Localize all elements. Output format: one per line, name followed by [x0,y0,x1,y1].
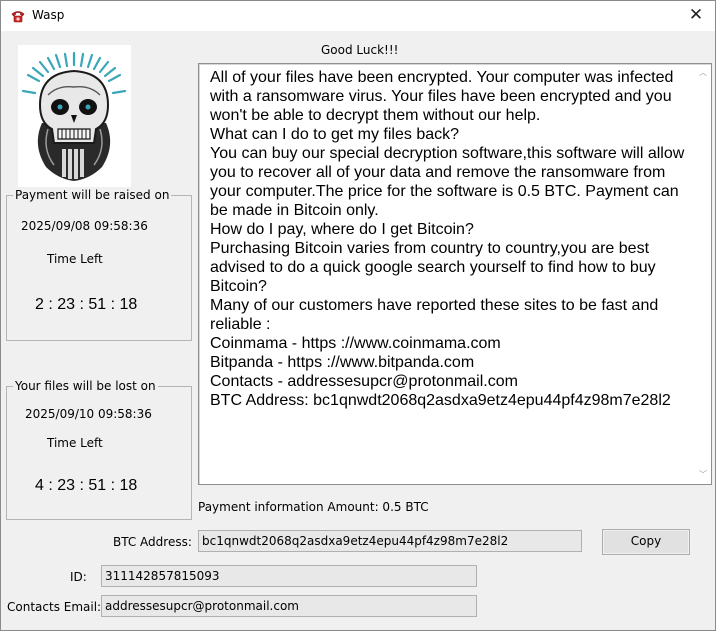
message-line: Bitpanda - https ://www.bitpanda.com [210,354,475,371]
files-lost-datetime: 2025/09/10 09:58:36 [25,407,152,421]
btc-address-field[interactable]: bc1qnwdt2068q2asdxa9etz4epu44pf4z98m7e28… [198,530,582,552]
files-lost-group: Your files will be lost on 2025/09/10 09… [6,379,192,520]
message-line: BTC Address: bc1qnwdt2068q2asdxa9etz4epu… [210,392,671,409]
message-line: All of your files have been encrypted. Y… [210,69,674,124]
scroll-up-arrow-icon[interactable]: ︿ [697,67,709,79]
message-line: Contacts - addressesupcr@protonmail.com [210,373,518,390]
message-line: You can buy our special decryption softw… [210,145,685,219]
good-luck-heading: Good Luck!!! [321,43,399,57]
ransom-window: Wasp ✕ Good Luck!!! Payment will be rais… [0,0,716,631]
payment-raise-time-left-label: Time Left [47,252,103,266]
files-lost-group-title: Your files will be lost on [13,379,158,393]
btc-address-label: BTC Address: [113,535,192,549]
id-label: ID: [70,570,87,584]
files-lost-countdown: 4 : 23 : 51 : 18 [35,477,138,494]
red-telephone-icon [11,11,25,23]
payment-raise-countdown: 2 : 23 : 51 : 18 [35,296,138,313]
id-field[interactable]: 311142857815093 [101,565,477,587]
message-line: Coinmama - https ://www.coinmama.com [210,335,501,352]
message-line: What can I do to get my files back? [210,126,460,143]
copy-button[interactable]: Copy [602,529,690,555]
payment-raise-datetime: 2025/09/08 09:58:36 [21,219,148,233]
scroll-down-arrow-icon[interactable]: ﹀ [697,469,709,481]
contacts-email-field[interactable]: addressesupcr@protonmail.com [101,595,477,617]
ransom-message-textbox[interactable]: All of your files have been encrypted. Y… [198,63,712,485]
window-title: Wasp [32,8,65,22]
ransom-message-text: All of your files have been encrypted. Y… [210,68,692,410]
files-lost-time-left-label: Time Left [47,436,103,450]
payment-raise-group-title: Payment will be raised on [13,188,172,202]
message-line: How do I pay, where do I get Bitcoin? [210,221,474,238]
skull-logo-image [18,45,131,187]
payment-information: Payment information Amount: 0.5 BTC [198,500,429,514]
message-line: Purchasing Bitcoin varies from country t… [210,240,656,295]
message-line: Many of our customers have reported thes… [210,297,659,333]
title-bar[interactable]: Wasp ✕ [1,1,715,31]
payment-raise-group: Payment will be raised on 2025/09/08 09:… [6,188,192,341]
close-icon: ✕ [688,5,704,25]
close-button[interactable]: ✕ [677,1,715,31]
contacts-email-label: Contacts Email: [7,600,102,614]
